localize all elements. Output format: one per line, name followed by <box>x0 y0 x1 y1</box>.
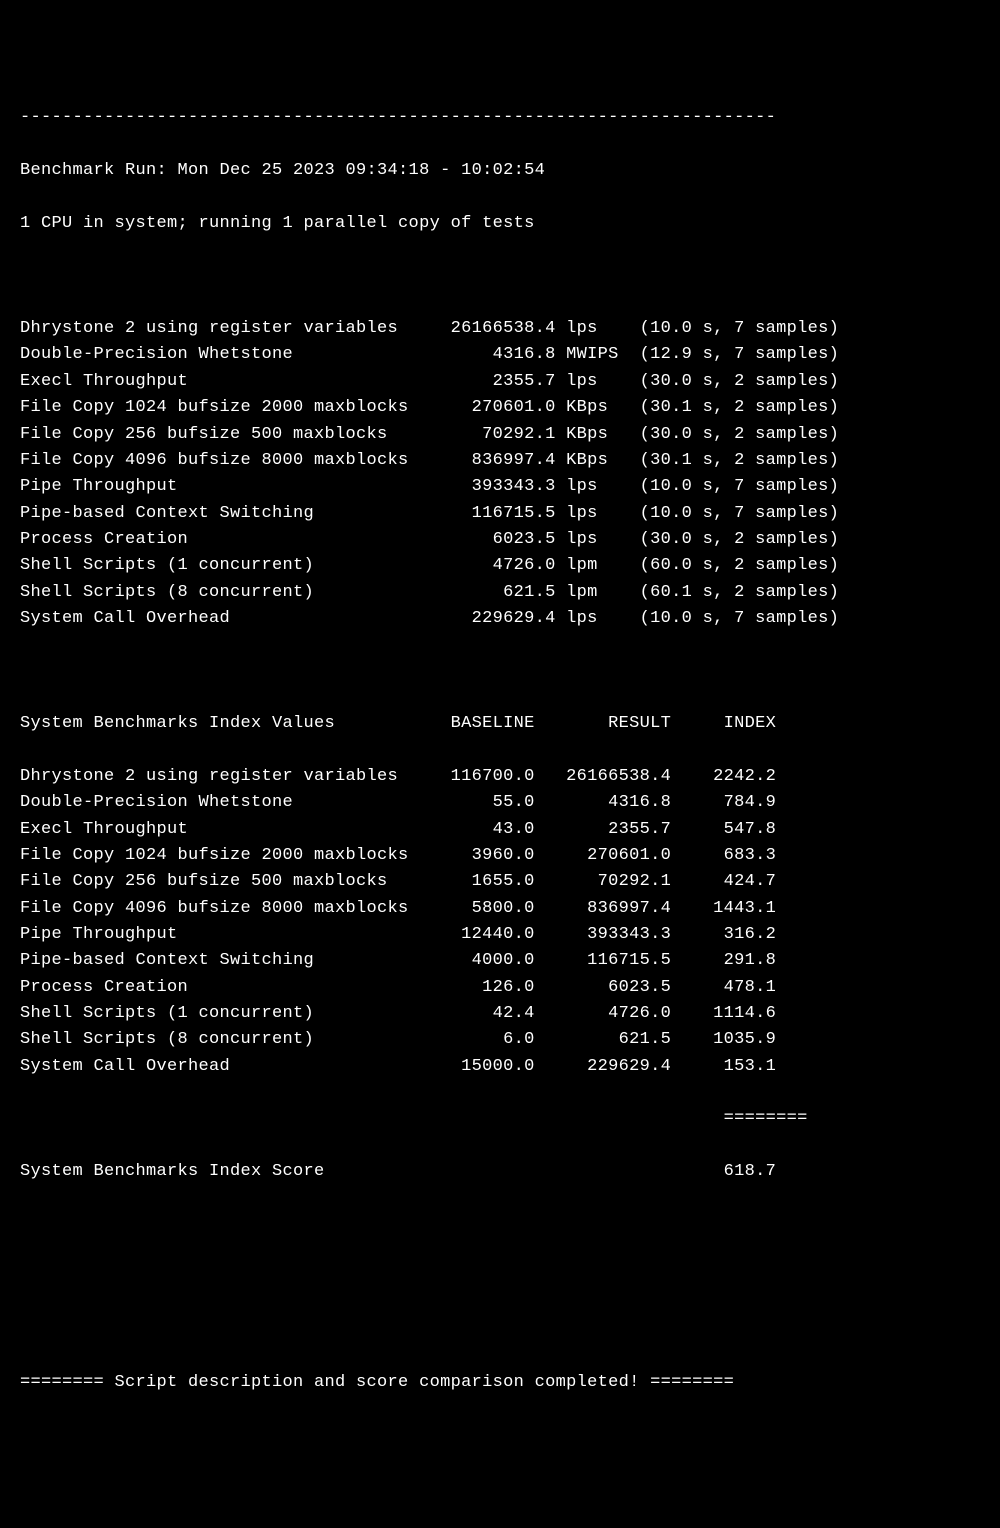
index-row: Pipe Throughput 12440.0 393343.3 316.2 <box>20 922 980 948</box>
result-row: Dhrystone 2 using register variables 261… <box>20 316 980 342</box>
result-row: Shell Scripts (1 concurrent) 4726.0 lpm … <box>20 553 980 579</box>
result-row: Pipe Throughput 393343.3 lps (10.0 s, 7 … <box>20 474 980 500</box>
blank-line <box>20 1212 980 1238</box>
results-block: Dhrystone 2 using register variables 261… <box>20 316 980 632</box>
run-header: Benchmark Run: Mon Dec 25 2023 09:34:18 … <box>20 158 980 184</box>
index-score: System Benchmarks Index Score 618.7 <box>20 1159 980 1185</box>
index-row: Dhrystone 2 using register variables 116… <box>20 764 980 790</box>
cpu-info: 1 CPU in system; running 1 parallel copy… <box>20 211 980 237</box>
blank-line <box>20 263 980 289</box>
index-row: Pipe-based Context Switching 4000.0 1167… <box>20 948 980 974</box>
result-row: Process Creation 6023.5 lps (30.0 s, 2 s… <box>20 527 980 553</box>
index-row: File Copy 4096 bufsize 8000 maxblocks 58… <box>20 896 980 922</box>
index-row: Process Creation 126.0 6023.5 478.1 <box>20 975 980 1001</box>
blank-line <box>20 1317 980 1343</box>
blank-line <box>20 1265 980 1291</box>
result-row: File Copy 1024 bufsize 2000 maxblocks 27… <box>20 395 980 421</box>
result-row: Shell Scripts (8 concurrent) 621.5 lpm (… <box>20 580 980 606</box>
index-block: Dhrystone 2 using register variables 116… <box>20 764 980 1080</box>
index-row: Double-Precision Whetstone 55.0 4316.8 7… <box>20 790 980 816</box>
index-header: System Benchmarks Index Values BASELINE … <box>20 711 980 737</box>
blank-line <box>20 659 980 685</box>
index-row: System Call Overhead 15000.0 229629.4 15… <box>20 1054 980 1080</box>
index-row: File Copy 256 bufsize 500 maxblocks 1655… <box>20 869 980 895</box>
score-divider: ======== <box>20 1106 980 1132</box>
result-row: System Call Overhead 229629.4 lps (10.0 … <box>20 606 980 632</box>
result-row: File Copy 256 bufsize 500 maxblocks 7029… <box>20 422 980 448</box>
result-row: Pipe-based Context Switching 116715.5 lp… <box>20 501 980 527</box>
separator-top: ----------------------------------------… <box>20 105 980 131</box>
result-row: File Copy 4096 bufsize 8000 maxblocks 83… <box>20 448 980 474</box>
index-row: Execl Throughput 43.0 2355.7 547.8 <box>20 817 980 843</box>
index-row: Shell Scripts (8 concurrent) 6.0 621.5 1… <box>20 1027 980 1053</box>
index-row: File Copy 1024 bufsize 2000 maxblocks 39… <box>20 843 980 869</box>
result-row: Execl Throughput 2355.7 lps (30.0 s, 2 s… <box>20 369 980 395</box>
index-row: Shell Scripts (1 concurrent) 42.4 4726.0… <box>20 1001 980 1027</box>
footer-line: ======== Script description and score co… <box>20 1370 980 1396</box>
result-row: Double-Precision Whetstone 4316.8 MWIPS … <box>20 342 980 368</box>
